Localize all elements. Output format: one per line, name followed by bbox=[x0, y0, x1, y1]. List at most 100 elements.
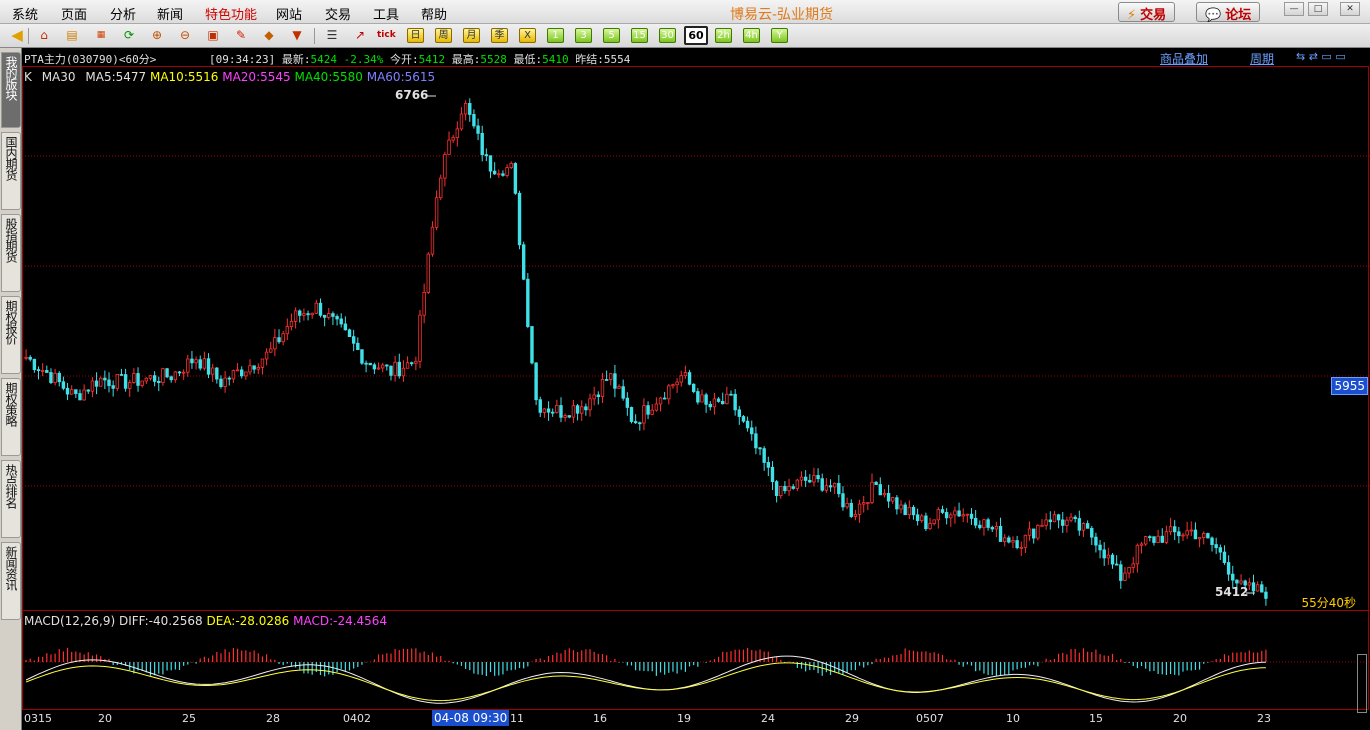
period-2h-button[interactable]: 2h bbox=[715, 28, 732, 43]
table-icon[interactable]: ☰ bbox=[323, 27, 341, 44]
candle-body bbox=[604, 379, 609, 381]
candle-body bbox=[28, 356, 32, 360]
low-price: 5410 bbox=[542, 53, 569, 66]
candle-body bbox=[1090, 527, 1094, 538]
minimize-icon[interactable]: — bbox=[1284, 2, 1304, 16]
tab-my-board[interactable]: 我的版块 bbox=[1, 52, 21, 128]
candle-body bbox=[1206, 533, 1210, 539]
period-60m-button[interactable]: 60 bbox=[684, 26, 708, 45]
ma10-label: MA10:5516 bbox=[149, 70, 219, 84]
candle-body bbox=[484, 154, 489, 157]
zoom-out-icon[interactable]: ⊖ bbox=[176, 27, 194, 44]
close-icon[interactable]: ✕ bbox=[1340, 2, 1360, 16]
candle-body bbox=[128, 382, 132, 389]
period-month-button[interactable]: 月 bbox=[463, 28, 480, 43]
candle-body bbox=[1260, 584, 1264, 593]
back-arrow-icon[interactable]: ◀ bbox=[8, 27, 26, 44]
filter-icon[interactable]: ▼ bbox=[288, 27, 306, 44]
candle-body bbox=[824, 485, 829, 491]
candle-body bbox=[488, 155, 493, 172]
ma40-label: MA40:5580 bbox=[294, 70, 363, 84]
quote-board-icon[interactable]: ▦ bbox=[92, 27, 110, 44]
period-quarter-button[interactable]: 季 bbox=[491, 28, 508, 43]
candle-body bbox=[74, 389, 78, 394]
menu-help[interactable]: 帮助 bbox=[421, 4, 447, 23]
period-1m-button[interactable]: 1 bbox=[547, 28, 564, 43]
candle-body bbox=[791, 486, 795, 489]
menu-trade[interactable]: 交易 bbox=[325, 4, 351, 23]
toolbar-separator bbox=[314, 28, 315, 44]
period-week-button[interactable]: 周 bbox=[435, 28, 452, 43]
candle-body bbox=[667, 385, 671, 400]
pen-icon[interactable]: ✎ bbox=[232, 27, 250, 44]
menu-news[interactable]: 新闻 bbox=[157, 4, 183, 23]
candle-body bbox=[509, 163, 513, 169]
candle-body bbox=[410, 362, 414, 365]
zoom-in-icon[interactable]: ⊕ bbox=[148, 27, 166, 44]
candle-body bbox=[414, 360, 418, 364]
period-4h-button[interactable]: 4h bbox=[743, 28, 760, 43]
period-day-button[interactable]: 日 bbox=[407, 28, 424, 43]
home-icon[interactable]: ⌂ bbox=[35, 27, 53, 44]
candle-body bbox=[1177, 531, 1181, 537]
window-icon[interactable]: ▣ bbox=[204, 27, 222, 44]
candle-body bbox=[555, 405, 559, 413]
overlay-link[interactable]: 商品叠加 bbox=[1160, 50, 1208, 67]
tab-index-futures[interactable]: 股指期货 bbox=[1, 214, 21, 292]
tab-news[interactable]: 新闻资讯 bbox=[1, 542, 21, 620]
candle-body bbox=[1193, 529, 1198, 540]
x-tick: 0402 bbox=[343, 712, 371, 725]
tab-option-strategy[interactable]: 期权策略 bbox=[1, 378, 21, 456]
period-link[interactable]: 周期 bbox=[1250, 50, 1274, 67]
menu-system[interactable]: 系统 bbox=[12, 4, 38, 23]
tab-domestic-futures[interactable]: 国内期货 bbox=[1, 132, 21, 210]
candle-body bbox=[617, 386, 621, 389]
candle-body bbox=[422, 291, 426, 316]
tab-hot-ranking[interactable]: 热点排名 bbox=[1, 460, 21, 538]
x-tick: 11 bbox=[510, 712, 524, 725]
candle-body bbox=[745, 420, 750, 429]
kline-chart-panel[interactable]: PTA主力(030790)<60分> [09:34:23] 最新:5424 -2… bbox=[22, 48, 1370, 730]
maximize-icon[interactable]: □ bbox=[1308, 2, 1328, 16]
line-chart-icon[interactable]: ↗ bbox=[351, 27, 369, 44]
list-icon[interactable]: ▤ bbox=[63, 27, 81, 44]
trade-button[interactable]: ⚡ 交易 bbox=[1118, 2, 1176, 23]
candle-body bbox=[1197, 537, 1202, 540]
candle-body bbox=[248, 365, 252, 373]
candle-body bbox=[223, 377, 227, 387]
brush-icon[interactable]: ◆ bbox=[260, 27, 278, 44]
candle-body bbox=[397, 361, 401, 377]
candle-body bbox=[750, 427, 754, 435]
period-15m-button[interactable]: 15 bbox=[631, 28, 648, 43]
forum-button[interactable]: 💬 论坛 bbox=[1196, 2, 1261, 23]
period-x-button[interactable]: X bbox=[519, 28, 536, 43]
period-30m-button[interactable]: 30 bbox=[659, 28, 676, 43]
candle-body bbox=[998, 525, 1003, 542]
candle-body bbox=[646, 405, 650, 415]
menu-website[interactable]: 网站 bbox=[276, 4, 302, 23]
period-3m-button[interactable]: 3 bbox=[575, 28, 592, 43]
menu-tools[interactable]: 工具 bbox=[373, 4, 399, 23]
tab-option-quotes[interactable]: 期权报价 bbox=[1, 296, 21, 374]
menu-analysis[interactable]: 分析 bbox=[110, 4, 136, 23]
candle-body bbox=[82, 389, 86, 401]
layout-toggle-icon[interactable]: ⇆ ⇄ ▭ ▭ bbox=[1296, 50, 1346, 63]
candle-body bbox=[857, 503, 862, 515]
period-year-button[interactable]: Y bbox=[771, 28, 788, 43]
candle-body bbox=[177, 371, 182, 374]
candle-body bbox=[1081, 523, 1086, 531]
macd-value: MACD:-24.4564 bbox=[293, 614, 388, 628]
x-tick: 20 bbox=[1173, 712, 1187, 725]
menu-features[interactable]: 特色功能 bbox=[205, 4, 257, 23]
candle-body bbox=[364, 362, 368, 365]
menu-page[interactable]: 页面 bbox=[61, 4, 87, 23]
candle-body bbox=[372, 364, 377, 370]
candle-body bbox=[360, 349, 364, 364]
candle-body bbox=[1052, 514, 1057, 523]
candle-body bbox=[1218, 547, 1223, 553]
refresh-icon[interactable]: ⟳ bbox=[120, 27, 138, 44]
candle-body bbox=[787, 486, 791, 492]
tick-icon[interactable]: tick bbox=[377, 27, 396, 44]
period-5m-button[interactable]: 5 bbox=[603, 28, 620, 43]
candle-body bbox=[389, 365, 393, 376]
